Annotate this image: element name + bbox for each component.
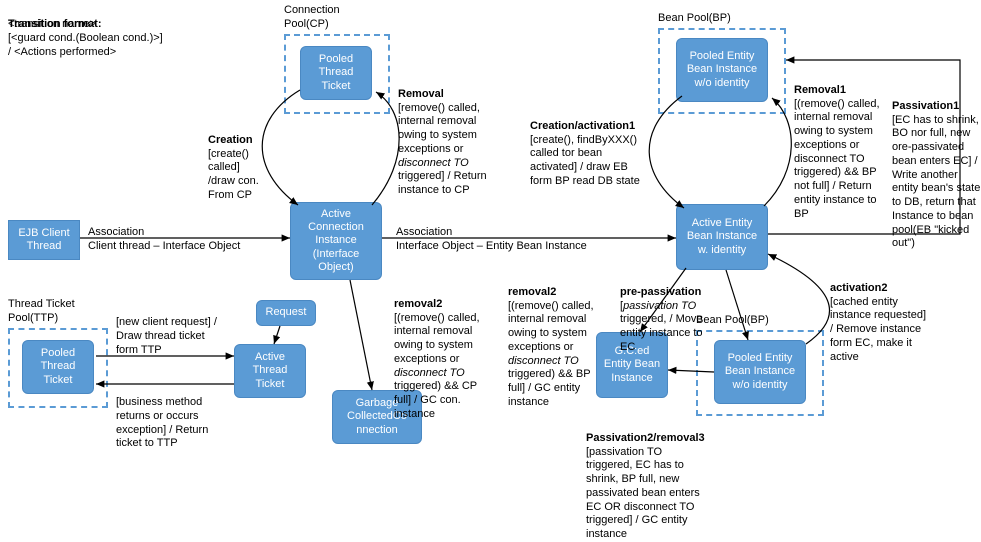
creation-label: Creation [create() called] /draw con. Fr…	[208, 120, 278, 203]
legend-line-2: <transition name>	[8, 18, 96, 32]
request-node: Request	[256, 300, 316, 326]
pooled-eb-top-node: Pooled Entity Bean Instance w/o identity	[676, 38, 768, 102]
removal1-label: Removal1 [(remove() called, internal rem…	[794, 70, 904, 221]
ejb-client-thread-text: EJB Client Thread	[13, 227, 75, 253]
pooled-eb-bottom-text: Pooled Entity Bean Instance w/o identity	[719, 352, 801, 392]
ejb-client-thread-node: EJB Client Thread	[8, 220, 80, 260]
passivation2-label: Passivation2/removal3 [passivation TO tr…	[586, 418, 726, 542]
pooled-thread-ticket-ttp-node: Pooled Thread Ticket	[22, 340, 94, 394]
thread-ticket-pool-label: Thread Ticket Pool(TTP)	[8, 298, 75, 326]
request-text: Request	[266, 306, 307, 319]
activation2-label: activation2 [cached entity instance requ…	[830, 268, 950, 364]
removal2-eb-label: removal2 [(remove() called,internal remo…	[508, 272, 618, 410]
legend-line-4: / <Actions performed>	[8, 46, 116, 60]
pre-passivation-label: pre-passivation [passivation TOtriggered…	[620, 272, 730, 355]
ttp-return-label: [business method returns or occurs excep…	[116, 396, 246, 451]
assoc2-desc: Interface Object – Entity Bean Instance	[396, 240, 587, 254]
pooled-thread-ticket-ttp-text: Pooled Thread Ticket	[27, 347, 89, 387]
active-entity-bean-text: Active Entity Bean Instance w. identity	[681, 217, 763, 257]
pooled-eb-top-text: Pooled Entity Bean Instance w/o identity	[681, 50, 763, 90]
removal2-conn-label: removal2 [(remove() called,internal remo…	[394, 284, 504, 422]
pooled-thread-ticket-cp-node: Pooled Thread Ticket	[300, 46, 372, 100]
bean-pool-top-label: Bean Pool(BP)	[658, 12, 731, 26]
pooled-thread-ticket-cp-text: Pooled Thread Ticket	[305, 53, 367, 93]
connection-pool-label: Connection Pool(CP)	[284, 4, 340, 32]
creation-activation-label: Creation/activation1 [create(), findByXX…	[530, 106, 660, 189]
active-connection-node: Active Connection Instance (Interface Ob…	[290, 202, 382, 280]
active-connection-text: Active Connection Instance (Interface Ob…	[295, 208, 377, 274]
active-entity-bean-node: Active Entity Bean Instance w. identity	[676, 204, 768, 270]
legend-line-3: [<guard cond.(Boolean cond.)>]	[8, 32, 163, 46]
passivation1-label: Passivation1 [EC has to shrink, BO nor f…	[892, 86, 981, 251]
assoc2-label: Association	[396, 226, 452, 240]
assoc1-desc: Client thread – Interface Object	[88, 240, 240, 254]
ttp-new-label: [new client request] / Draw thread ticke…	[116, 316, 246, 357]
active-thread-ticket-text: Active Thread Ticket	[239, 351, 301, 391]
removal-label: Removal [remove() called,internal remova…	[398, 74, 508, 198]
assoc1-label: Association	[88, 226, 144, 240]
